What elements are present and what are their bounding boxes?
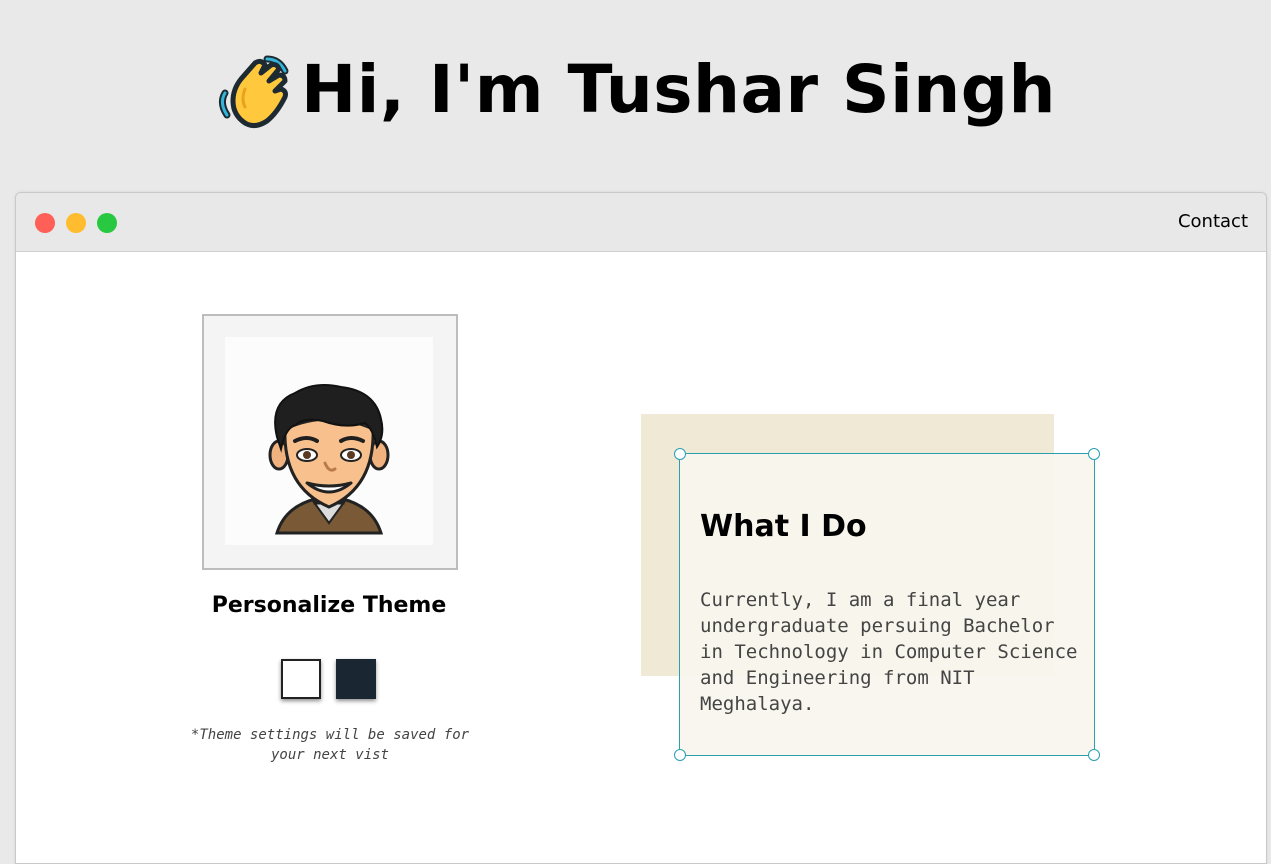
page-title: Hi, I'm Tushar Singh [301,51,1056,128]
card-description: Currently, I am a final year undergradua… [700,589,1078,715]
resize-handle-top-left[interactable] [674,448,686,460]
light-theme-swatch[interactable] [281,659,321,699]
personalize-theme-heading: Personalize Theme [211,593,447,618]
theme-note: *Theme settings will be saved for your n… [190,727,470,763]
contact-link[interactable]: Contact [1178,211,1248,232]
browser-window: Contact Personalize Theme *Theme setting… [15,192,1267,864]
avatar [225,337,433,545]
waving-hand-icon [215,49,297,131]
card-heading: What I Do [700,509,867,544]
resize-handle-bottom-left[interactable] [674,749,686,761]
avatar-frame [202,314,458,570]
maximize-window-button[interactable] [97,213,117,233]
close-window-button[interactable] [35,213,55,233]
dark-theme-swatch[interactable] [336,659,376,699]
resize-handle-top-right[interactable] [1088,448,1100,460]
resize-handle-bottom-right[interactable] [1088,749,1100,761]
minimize-window-button[interactable] [66,213,86,233]
window-titlebar: Contact [16,193,1266,252]
hero-heading: Hi, I'm Tushar Singh [0,40,1271,140]
what-i-do-card: What I Do Currently, I am a final year u… [674,448,1100,761]
